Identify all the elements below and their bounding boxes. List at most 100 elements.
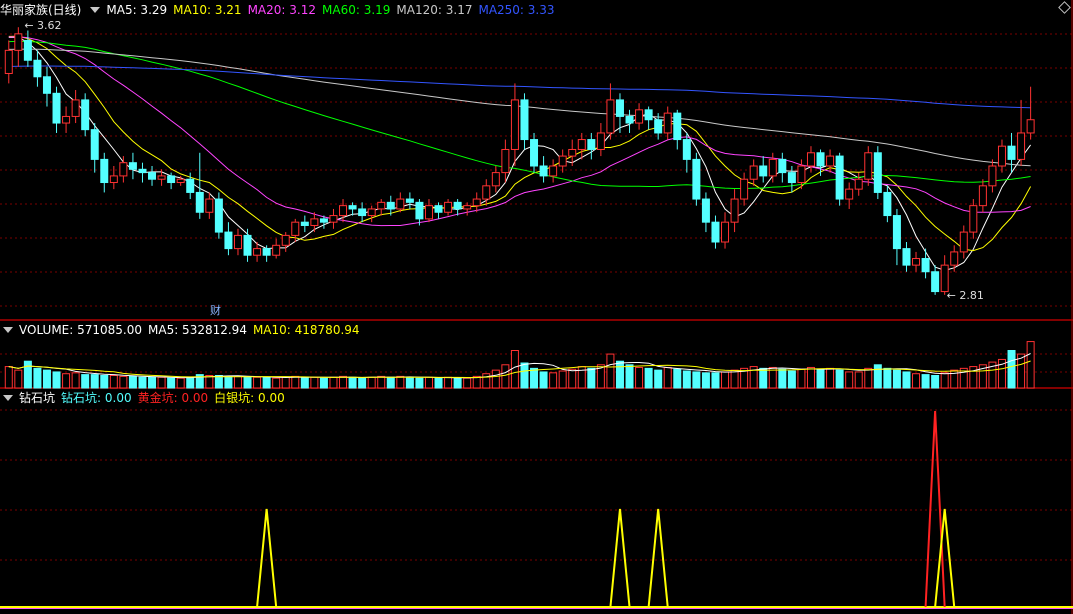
candle-body bbox=[358, 208, 367, 217]
volume-bar bbox=[358, 377, 367, 389]
volume-bar bbox=[873, 364, 882, 389]
volume-bar bbox=[367, 376, 376, 389]
volume-bar bbox=[730, 369, 739, 389]
volume-bar bbox=[396, 375, 405, 389]
candle-body bbox=[253, 248, 262, 256]
candle-body bbox=[453, 201, 462, 210]
candle-body bbox=[329, 215, 338, 223]
candle-body bbox=[701, 198, 710, 223]
candle-body bbox=[635, 109, 644, 124]
candle-body bbox=[711, 221, 720, 243]
candle-body bbox=[797, 165, 806, 184]
candle-body bbox=[644, 109, 653, 121]
volume-bar bbox=[4, 366, 13, 389]
volume-bar bbox=[558, 370, 567, 389]
candle-body bbox=[52, 92, 61, 124]
volume-bar bbox=[854, 371, 863, 389]
candle-body bbox=[587, 139, 596, 150]
candle-body bbox=[23, 39, 32, 61]
candle-body bbox=[787, 172, 796, 184]
candle-body bbox=[281, 234, 290, 246]
volume-bar bbox=[424, 376, 433, 389]
main-panel-header: 华丽家族(日线) MA5: 3.29 MA10: 3.21 MA20: 3.12 MA6… bbox=[0, 2, 561, 18]
candle-body bbox=[14, 33, 23, 51]
baiyin-spike bbox=[609, 508, 631, 608]
candle-body bbox=[969, 205, 978, 233]
candle-body bbox=[4, 49, 13, 74]
volume-bar bbox=[157, 376, 166, 389]
candle-body bbox=[730, 198, 739, 223]
volume-bar bbox=[138, 376, 147, 389]
volume-bar bbox=[42, 369, 51, 389]
volume-bar bbox=[615, 360, 624, 389]
candle-body bbox=[749, 165, 758, 180]
zuanshi-label: 钻石坑: 0.00 bbox=[61, 391, 132, 405]
volume-bar bbox=[940, 372, 949, 389]
candle-body bbox=[663, 112, 672, 134]
volume-bar bbox=[931, 375, 940, 389]
volume-bar bbox=[635, 366, 644, 389]
dropdown-triangle-icon[interactable] bbox=[3, 395, 13, 401]
huangjin-label: 黄金坑: 0.00 bbox=[137, 391, 209, 405]
volume-bar bbox=[835, 369, 844, 389]
candle-body bbox=[148, 172, 157, 180]
volume-bar bbox=[62, 373, 71, 389]
candle-body bbox=[902, 248, 911, 266]
volume-bar bbox=[281, 376, 290, 389]
volume-bar bbox=[510, 350, 519, 389]
huangjin-spike bbox=[924, 410, 946, 608]
candle-body bbox=[272, 244, 281, 256]
stock-title: 华丽家族(日线) bbox=[0, 3, 82, 17]
candle-body bbox=[530, 139, 539, 167]
candle-body bbox=[1007, 145, 1016, 160]
candle-body bbox=[214, 198, 223, 233]
volume-bar bbox=[23, 360, 32, 389]
candle-body bbox=[864, 152, 873, 180]
volume-bar bbox=[243, 376, 252, 389]
candle-body bbox=[654, 119, 663, 134]
candle-body bbox=[816, 152, 825, 167]
candle-body bbox=[444, 201, 453, 213]
dropdown-triangle-icon[interactable] bbox=[3, 327, 13, 333]
volume-bar bbox=[568, 368, 577, 389]
volume-bar bbox=[339, 375, 348, 389]
candle-body bbox=[195, 191, 204, 213]
low-price-marker: ← 2.81 bbox=[947, 289, 984, 302]
candle-body bbox=[1017, 132, 1026, 160]
candle-body bbox=[549, 165, 558, 177]
candle-body bbox=[186, 178, 195, 193]
stock-chart-canvas[interactable]: ← 3.62 ← 2.81 财 bbox=[0, 0, 1073, 614]
volume-bar bbox=[539, 371, 548, 389]
candle-body bbox=[396, 198, 405, 210]
candle-body bbox=[491, 172, 500, 187]
volume-bar bbox=[787, 370, 796, 389]
candle-body bbox=[33, 59, 42, 78]
volume-bar bbox=[797, 368, 806, 389]
candle-body bbox=[100, 158, 109, 184]
candle-body bbox=[367, 208, 376, 217]
volume-bar bbox=[233, 375, 242, 389]
volume-bar bbox=[186, 376, 195, 389]
candle-body bbox=[577, 139, 586, 150]
ma250-line bbox=[8, 65, 1031, 109]
volume-bar bbox=[386, 376, 395, 389]
candle-body bbox=[319, 218, 328, 223]
volume-bar bbox=[291, 375, 300, 389]
candle-body bbox=[405, 198, 414, 203]
candle-body bbox=[806, 152, 815, 167]
volume-bar bbox=[405, 376, 414, 389]
candle-body bbox=[950, 251, 959, 266]
ma250-label: MA250: 3.33 bbox=[478, 3, 555, 17]
candle-body bbox=[463, 205, 472, 210]
volume-panel-header: VOLUME: 571085.00 MA5: 532812.94 MA10: 418… bbox=[0, 322, 366, 338]
volume-bar bbox=[482, 373, 491, 389]
volume-ma10-label: MA10: 418780.94 bbox=[252, 323, 360, 337]
dropdown-triangle-icon[interactable] bbox=[90, 7, 101, 13]
volume-bar bbox=[224, 375, 233, 389]
candle-body bbox=[109, 175, 118, 184]
volume-bar bbox=[606, 353, 615, 389]
volume-bar bbox=[520, 362, 529, 389]
candle-body bbox=[510, 99, 519, 150]
volume-ma5-label: MA5: 532812.94 bbox=[148, 323, 247, 337]
volume-bar bbox=[625, 364, 634, 389]
